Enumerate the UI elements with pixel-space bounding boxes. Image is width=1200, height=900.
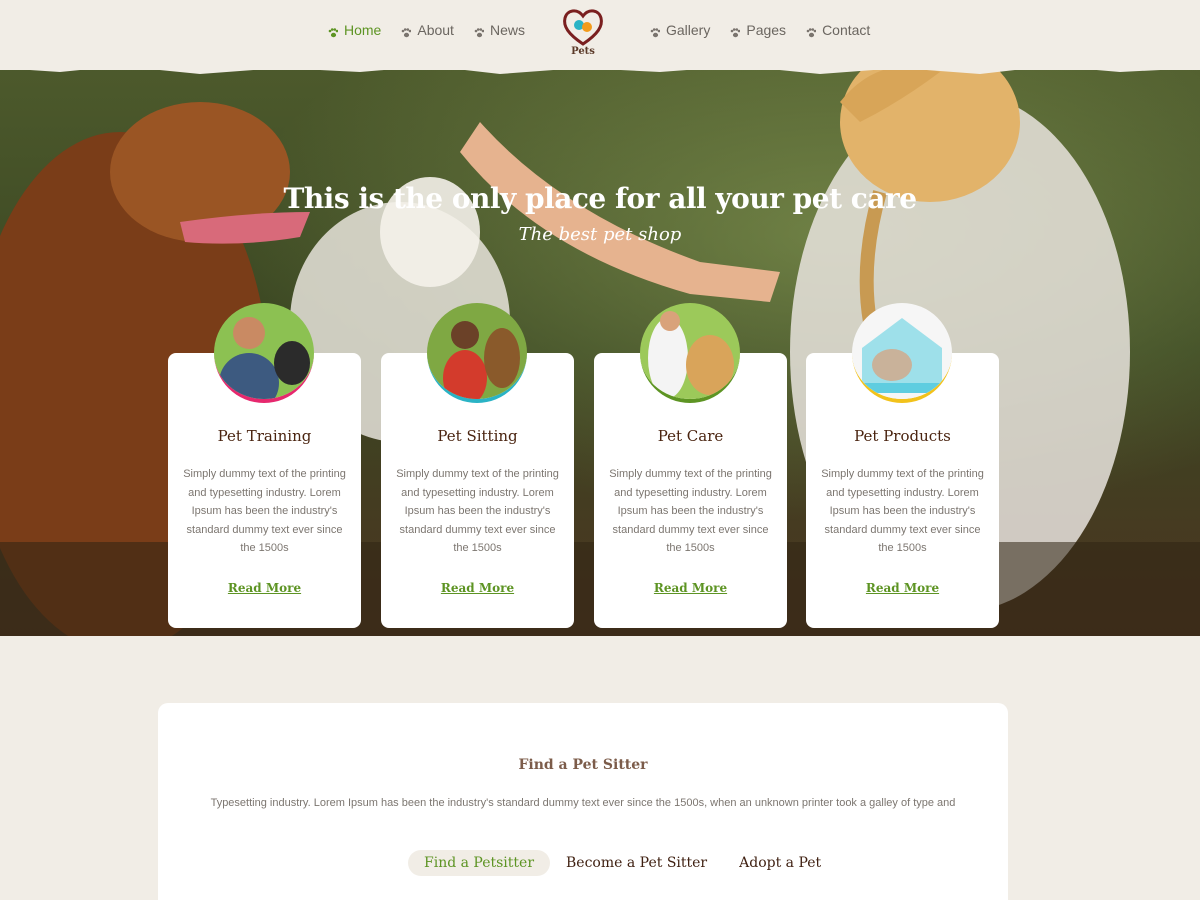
nav-item-pages[interactable]: Pages [730,22,786,38]
nav-label: Home [344,22,382,38]
card-photo [640,303,740,403]
paw-icon [730,25,741,38]
card-photo [852,303,952,403]
card-title: Pet Products [854,427,951,445]
nav-item-gallery[interactable]: Gallery [650,22,710,38]
nav-label: News [489,22,525,38]
card-text: Simply dummy text of the printing and ty… [609,468,772,555]
tab-find-petsitter[interactable]: Find a Petsitter [408,850,551,876]
nav-item-home[interactable]: Home [328,22,381,38]
paw-icon [806,25,817,38]
nav-item-about[interactable]: About [401,22,454,38]
hero-subtitle: The best pet shop [518,224,682,245]
top-navigation: Home About News Pets Gallery Pages Conta… [0,0,1200,70]
heart-logo-icon [563,9,603,46]
read-more-link[interactable]: Read More [594,581,787,595]
card-title: Pet Care [657,427,724,445]
site-logo[interactable]: Pets [560,6,606,60]
card-photo [214,303,314,403]
nav-item-contact[interactable]: Contact [806,22,870,38]
paw-icon [474,25,485,38]
service-card-training: Pet Training Simply dummy text of the pr… [168,303,361,628]
nav-label: Pages [746,22,787,38]
service-card-care: Pet Care Simply dummy text of the printi… [594,303,787,628]
section-text: Typesetting industry. Lorem Ipsum has be… [210,797,956,809]
paw-icon [650,25,661,38]
nav-right-group: Gallery Pages Contact [650,22,890,38]
nav-left-group: Home About News [328,22,545,38]
card-title: Pet Training [217,427,312,445]
card-text: Simply dummy text of the printing and ty… [183,468,346,555]
nav-label: About [417,22,454,38]
card-text: Simply dummy text of the printing and ty… [396,468,559,555]
hero-title: This is the only place for all your pet … [283,182,917,215]
nav-item-news[interactable]: News [474,22,525,38]
service-card-products: Pet Products Simply dummy text of the pr… [806,303,999,628]
find-pet-sitter-section: Find a Pet Sitter Typesetting industry. … [158,703,1008,900]
sitter-tabs: Find a Petsitter Become a Pet Sitter Ado… [408,850,837,876]
service-card-sitting: Pet Sitting Simply dummy text of the pri… [381,303,574,628]
read-more-link[interactable]: Read More [806,581,999,595]
card-photo [427,303,527,403]
tab-adopt-pet[interactable]: Adopt a Pet [723,850,837,876]
section-title: Find a Pet Sitter [518,757,648,773]
nav-label: Contact [822,22,871,38]
read-more-link[interactable]: Read More [381,581,574,595]
read-more-link[interactable]: Read More [168,581,361,595]
paw-icon [401,25,412,38]
paw-icon [328,25,339,38]
card-text: Simply dummy text of the printing and ty… [821,468,984,555]
logo-text: Pets [571,46,595,57]
card-title: Pet Sitting [437,427,518,445]
nav-label: Gallery [666,22,711,38]
tab-become-pet-sitter[interactable]: Become a Pet Sitter [550,850,723,876]
